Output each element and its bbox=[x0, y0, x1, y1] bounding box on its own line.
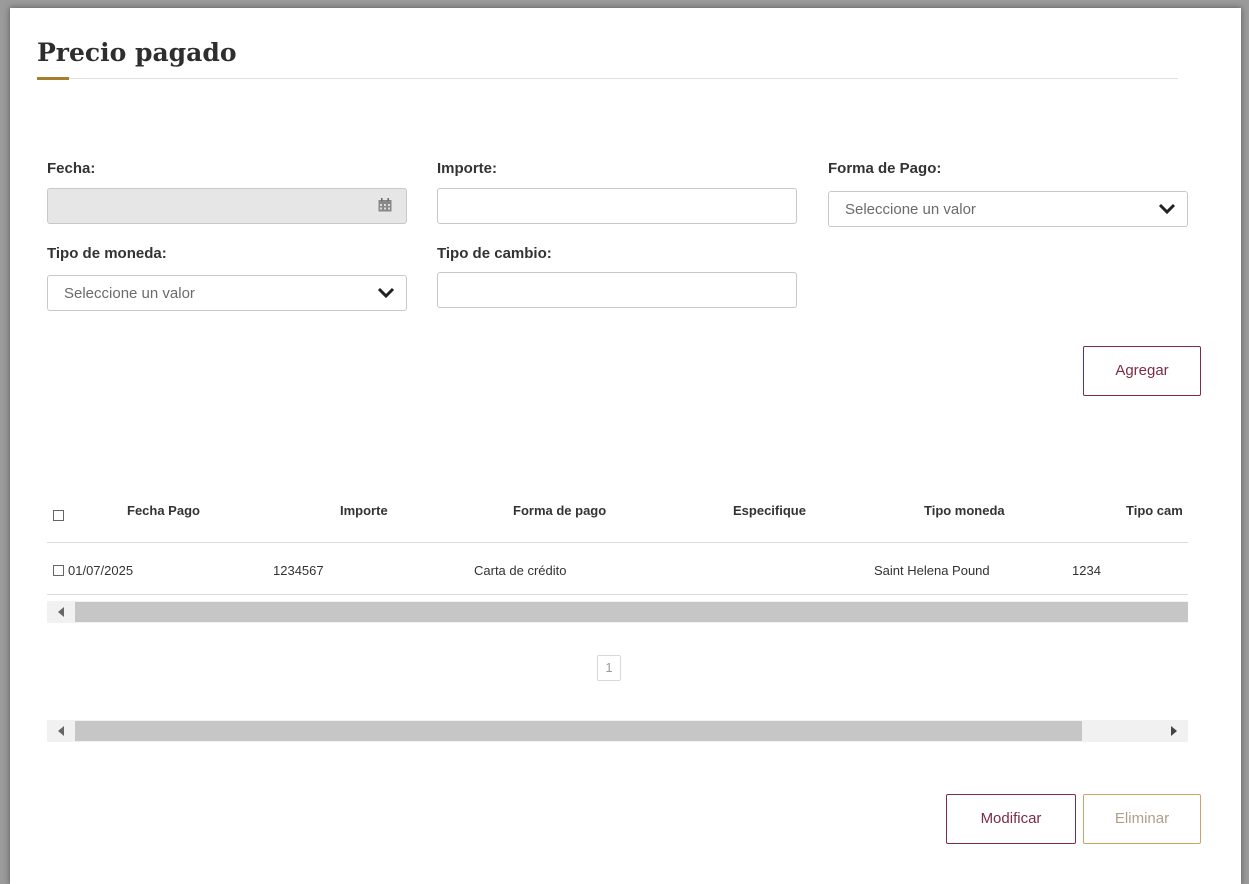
cell-forma-pago: Carta de crédito bbox=[474, 563, 567, 578]
column-header-forma-pago[interactable]: Forma de pago bbox=[513, 503, 606, 518]
agregar-button[interactable]: Agregar bbox=[1083, 346, 1201, 396]
importe-field[interactable] bbox=[437, 188, 797, 224]
scroll-right-arrow[interactable] bbox=[1171, 726, 1177, 736]
chevron-down-icon bbox=[377, 287, 395, 299]
fecha-field[interactable] bbox=[47, 188, 407, 224]
column-header-importe[interactable]: Importe bbox=[340, 503, 388, 518]
table-header-divider bbox=[47, 542, 1188, 543]
fecha-label: Fecha: bbox=[47, 160, 96, 177]
tipo-cambio-field[interactable] bbox=[437, 272, 797, 308]
forma-pago-label: Forma de Pago: bbox=[828, 160, 942, 177]
row-checkbox[interactable] bbox=[53, 565, 64, 576]
cell-tipo-cambio: 1234 bbox=[1072, 563, 1101, 578]
importe-label: Importe: bbox=[437, 160, 497, 177]
grid-scrollbar[interactable] bbox=[47, 720, 1188, 742]
column-header-tipo-moneda[interactable]: Tipo moneda bbox=[924, 503, 1005, 518]
cell-importe: 1234567 bbox=[273, 563, 324, 578]
scroll-left-arrow[interactable] bbox=[58, 726, 64, 736]
tipo-moneda-select[interactable]: Seleccione un valor bbox=[47, 275, 407, 311]
table-row-divider bbox=[47, 594, 1188, 595]
title-accent-bar bbox=[37, 77, 69, 80]
precio-pagado-panel bbox=[10, 8, 1241, 884]
table-scrollbar[interactable] bbox=[47, 601, 1188, 623]
grid-scrollbar-thumb[interactable] bbox=[75, 721, 1082, 741]
importe-input[interactable] bbox=[438, 189, 796, 223]
tipo-cambio-input[interactable] bbox=[438, 273, 796, 307]
title-divider bbox=[37, 78, 1178, 79]
eliminar-button[interactable]: Eliminar bbox=[1083, 794, 1201, 844]
tipo-moneda-selected: Seleccione un valor bbox=[64, 285, 195, 302]
column-header-tipo-cambio[interactable]: Tipo cam bbox=[1126, 503, 1188, 518]
fecha-input[interactable] bbox=[48, 189, 406, 223]
calendar-icon[interactable] bbox=[378, 198, 392, 212]
tipo-moneda-label: Tipo de moneda: bbox=[47, 245, 167, 262]
column-header-fecha-pago[interactable]: Fecha Pago bbox=[127, 503, 200, 518]
forma-pago-selected: Seleccione un valor bbox=[845, 201, 976, 218]
page-title: Precio pagado bbox=[37, 38, 237, 67]
column-header-especifique[interactable]: Especifique bbox=[733, 503, 806, 518]
tipo-cambio-label: Tipo de cambio: bbox=[437, 245, 552, 262]
cell-tipo-moneda: Saint Helena Pound bbox=[874, 563, 990, 578]
select-all-checkbox[interactable] bbox=[53, 510, 64, 521]
table-scrollbar-thumb[interactable] bbox=[75, 602, 1188, 622]
modificar-button[interactable]: Modificar bbox=[946, 794, 1076, 844]
forma-pago-select[interactable]: Seleccione un valor bbox=[828, 191, 1188, 227]
pagination-page-1[interactable]: 1 bbox=[597, 655, 621, 681]
cell-fecha-pago: 01/07/2025 bbox=[68, 563, 134, 578]
scroll-left-arrow[interactable] bbox=[58, 607, 64, 617]
chevron-down-icon bbox=[1158, 203, 1176, 215]
